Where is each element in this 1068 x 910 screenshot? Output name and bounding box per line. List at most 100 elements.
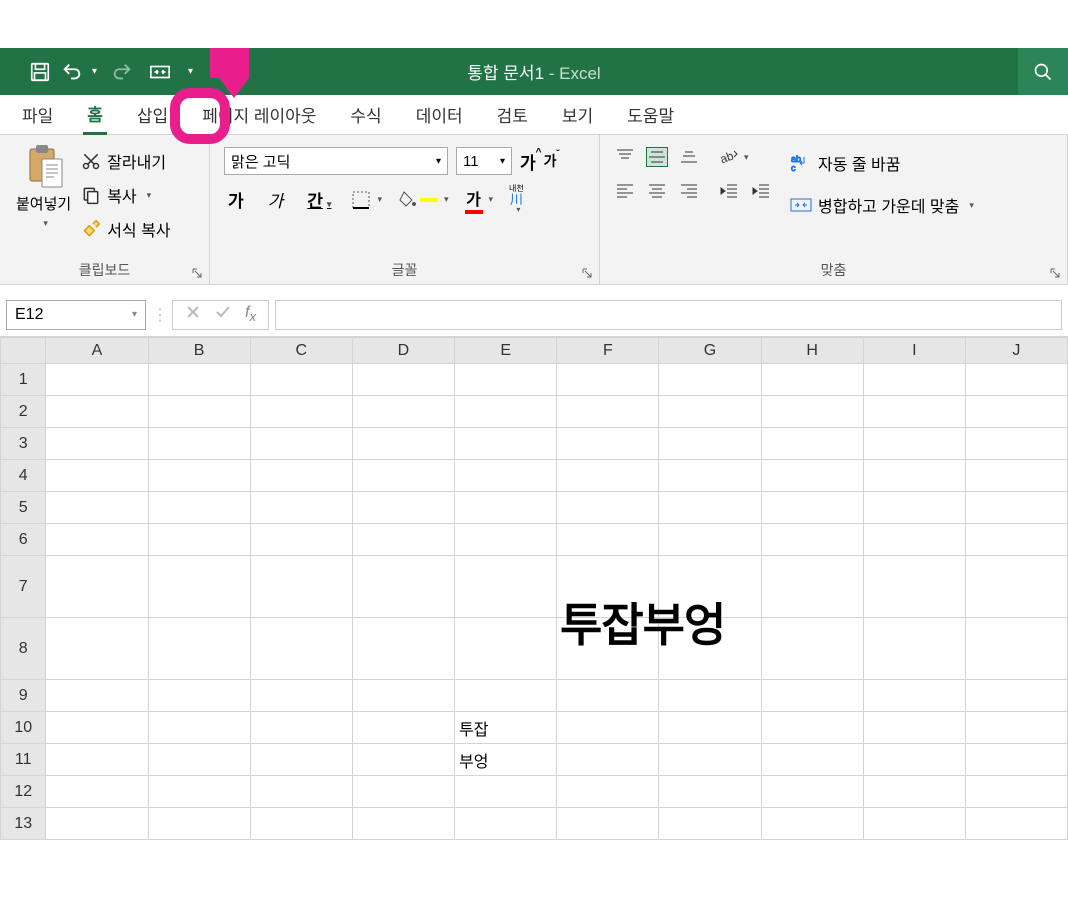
cell[interactable] <box>352 492 454 524</box>
cell[interactable] <box>659 460 761 492</box>
cell[interactable] <box>659 808 761 840</box>
col-header[interactable]: F <box>557 338 659 364</box>
undo-icon[interactable] <box>60 60 84 84</box>
cell[interactable] <box>557 460 659 492</box>
increase-indent-button[interactable] <box>750 181 772 201</box>
cell[interactable] <box>46 808 148 840</box>
drag-handle-icon[interactable]: ⋮ <box>152 305 166 325</box>
col-header[interactable]: E <box>454 338 556 364</box>
tab-page-layout[interactable]: 페이지 레이아웃 <box>198 96 320 133</box>
cell[interactable] <box>148 680 250 712</box>
cell[interactable] <box>965 712 1067 744</box>
cell[interactable] <box>863 808 965 840</box>
cell[interactable] <box>250 396 352 428</box>
cell[interactable] <box>454 556 556 618</box>
increase-font-button[interactable]: 가^ <box>520 149 536 174</box>
fill-color-button[interactable]: ▾ <box>398 190 449 210</box>
cell[interactable] <box>148 808 250 840</box>
qat-customize-dropdown-icon[interactable]: ▾ <box>188 66 198 77</box>
cell[interactable] <box>863 744 965 776</box>
cell[interactable] <box>148 364 250 396</box>
cell[interactable] <box>863 428 965 460</box>
cell[interactable] <box>352 680 454 712</box>
cell[interactable] <box>250 364 352 396</box>
cell[interactable] <box>863 618 965 680</box>
formula-input[interactable] <box>275 300 1062 330</box>
dialog-launcher-icon[interactable] <box>1049 266 1063 280</box>
tab-formulas[interactable]: 수식 <box>346 96 385 133</box>
row-header[interactable]: 3 <box>1 428 46 460</box>
cell[interactable] <box>659 744 761 776</box>
col-header[interactable]: H <box>761 338 863 364</box>
cell[interactable] <box>46 396 148 428</box>
save-icon[interactable] <box>28 60 52 84</box>
cell[interactable] <box>454 492 556 524</box>
name-box[interactable]: E12 ▾ <box>6 300 146 330</box>
cell[interactable] <box>46 744 148 776</box>
cell[interactable] <box>46 524 148 556</box>
cell[interactable] <box>659 428 761 460</box>
cell[interactable] <box>46 460 148 492</box>
align-center-button[interactable] <box>646 181 668 201</box>
cell[interactable] <box>454 524 556 556</box>
cell[interactable] <box>761 364 863 396</box>
cell[interactable] <box>148 492 250 524</box>
decrease-indent-button[interactable] <box>718 181 740 201</box>
cell[interactable] <box>454 396 556 428</box>
row-header[interactable]: 9 <box>1 680 46 712</box>
cell[interactable] <box>863 364 965 396</box>
cell[interactable] <box>352 712 454 744</box>
col-header[interactable]: C <box>250 338 352 364</box>
cell[interactable] <box>863 680 965 712</box>
cell[interactable] <box>454 364 556 396</box>
cell[interactable] <box>761 524 863 556</box>
cell[interactable] <box>250 744 352 776</box>
col-header[interactable]: I <box>863 338 965 364</box>
cut-button[interactable]: 잘라내기 <box>81 149 170 173</box>
cell[interactable] <box>46 680 148 712</box>
italic-button[interactable]: 가 <box>264 185 288 214</box>
col-header[interactable]: J <box>965 338 1067 364</box>
align-middle-button[interactable] <box>646 147 668 167</box>
row-header[interactable]: 2 <box>1 396 46 428</box>
redo-icon[interactable] <box>110 60 134 84</box>
wrap-text-button[interactable]: abc 자동 줄 바꿈 <box>790 151 974 175</box>
row-header[interactable]: 10 <box>1 712 46 744</box>
enter-formula-button[interactable] <box>215 304 231 325</box>
merge-center-button[interactable]: 병합하고 가운데 맞춤 ▾ <box>790 193 974 217</box>
cell[interactable] <box>557 428 659 460</box>
cell[interactable] <box>148 776 250 808</box>
cell[interactable] <box>46 492 148 524</box>
cell[interactable] <box>557 744 659 776</box>
cell[interactable] <box>761 618 863 680</box>
cell[interactable] <box>557 776 659 808</box>
cell[interactable] <box>965 680 1067 712</box>
cell[interactable] <box>352 364 454 396</box>
cell[interactable] <box>761 776 863 808</box>
row-header[interactable]: 4 <box>1 460 46 492</box>
cell[interactable] <box>148 428 250 460</box>
cell[interactable] <box>454 618 556 680</box>
cell[interactable] <box>659 776 761 808</box>
undo-dropdown-icon[interactable]: ▾ <box>92 66 102 77</box>
row-header[interactable]: 11 <box>1 744 46 776</box>
cell[interactable] <box>761 428 863 460</box>
cell[interactable] <box>557 618 659 680</box>
cell[interactable] <box>965 808 1067 840</box>
cell[interactable] <box>761 556 863 618</box>
cell[interactable] <box>863 460 965 492</box>
row-header[interactable]: 7 <box>1 556 46 618</box>
cell[interactable] <box>965 428 1067 460</box>
cell[interactable] <box>659 556 761 618</box>
tab-file[interactable]: 파일 <box>18 96 57 133</box>
col-header[interactable]: A <box>46 338 148 364</box>
align-bottom-button[interactable] <box>678 147 700 167</box>
cell[interactable] <box>659 618 761 680</box>
copy-button[interactable]: 복사 ▾ <box>81 183 170 207</box>
search-button[interactable] <box>1018 48 1068 95</box>
cell[interactable] <box>965 364 1067 396</box>
font-name-selector[interactable]: 맑은 고딕▾ <box>224 147 448 175</box>
cell[interactable] <box>46 428 148 460</box>
cell[interactable] <box>148 618 250 680</box>
cell[interactable] <box>863 776 965 808</box>
